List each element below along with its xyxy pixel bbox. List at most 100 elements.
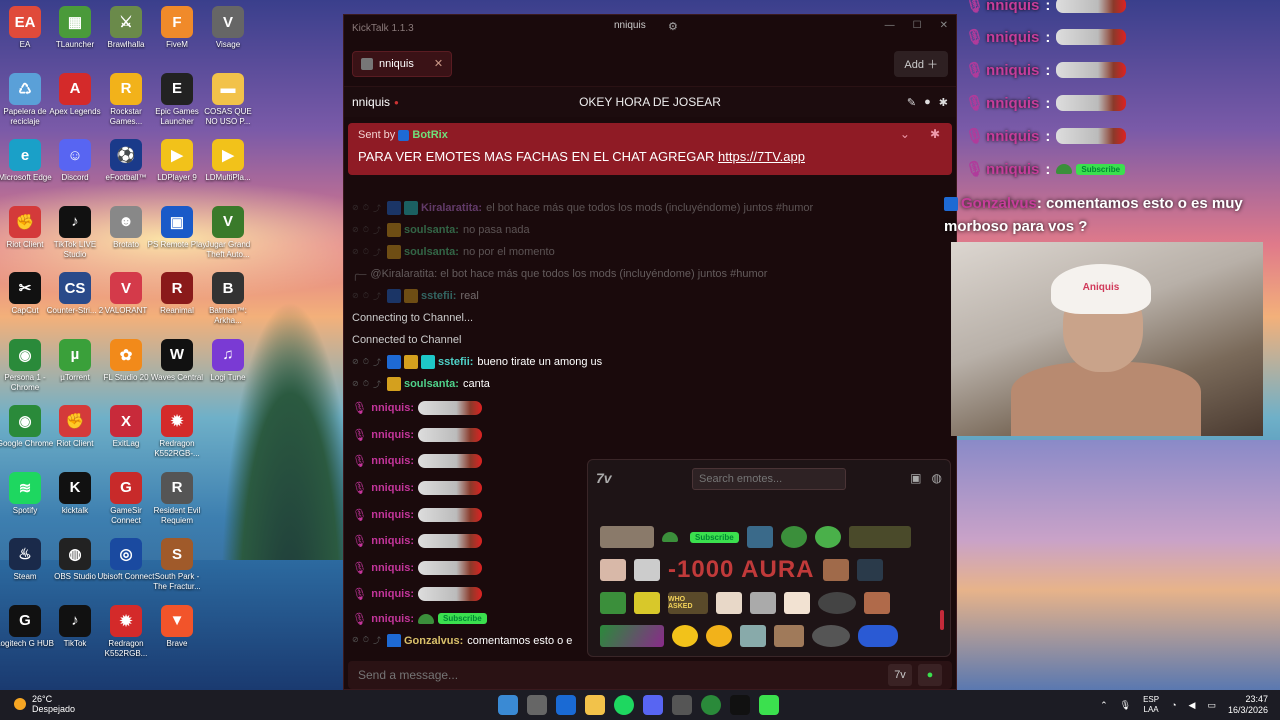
wifi-icon[interactable]: ◔ <box>1171 700 1176 710</box>
maximize-icon[interactable]: ☐ <box>913 20 922 31</box>
desktop-icon[interactable]: S South Park - The Fractur... <box>147 538 207 592</box>
desktop-icon[interactable]: ▬ COSAS QUE NO USO P... <box>198 72 258 127</box>
chat-message[interactable]: 🎙 nniquis: <box>352 395 950 422</box>
kicktalk-icon[interactable] <box>759 695 779 715</box>
discord-icon[interactable] <box>643 695 663 715</box>
emote[interactable] <box>774 625 804 647</box>
subscribe-emote[interactable]: Subscribe <box>690 531 739 543</box>
emote[interactable] <box>634 559 660 581</box>
emote[interactable] <box>812 625 850 647</box>
bot-badge-icon <box>398 129 410 141</box>
taskbar: 26°C Despejado ⌃ 🎙 ESP LAA ◔ ◀ ▭ 23:47 16/3… <box>0 690 1280 720</box>
chevron-up-icon[interactable]: ⌃ <box>1100 700 1108 711</box>
emote[interactable] <box>784 592 810 614</box>
settings-icon[interactable] <box>672 695 692 715</box>
tools-icon[interactable]: ✎ <box>907 96 916 109</box>
emote[interactable] <box>814 526 841 548</box>
tiktok-icon[interactable] <box>730 695 750 715</box>
clock[interactable]: 23:47 16/3/2026 <box>1228 694 1268 716</box>
outlook-icon[interactable] <box>556 695 576 715</box>
close-tab-icon[interactable]: ✕ <box>434 57 443 70</box>
file-explorer-icon[interactable] <box>585 695 605 715</box>
kick-emote-button[interactable]: ● <box>918 664 942 686</box>
desktop-icon[interactable]: ♫ Logi Tune <box>198 338 258 383</box>
emote-aura[interactable]: -1000 AURA <box>668 556 815 584</box>
chat-message[interactable]: ⊘ ⏱ ⤴ sstefii: real <box>352 285 950 307</box>
app-icon: X <box>110 405 142 437</box>
start-icon[interactable] <box>498 695 518 715</box>
emote[interactable] <box>746 526 773 548</box>
desktop-icon[interactable]: ▶ LDMultiPla... <box>198 139 258 183</box>
pin-icon[interactable]: ✱ <box>939 96 948 109</box>
weather-widget[interactable]: 26°C Despejado <box>14 694 75 714</box>
emote[interactable] <box>818 592 856 614</box>
chat-message[interactable]: ⊘ ⏱ ⤴ soulsanta: no por el momento <box>352 241 950 263</box>
emote[interactable] <box>822 559 849 581</box>
chat-message[interactable]: ⊘ ⏱ ⤴ Kiralaratita: el bot hace más que todo… <box>352 197 950 219</box>
subscribe-emote: Subscribe <box>1076 163 1126 175</box>
emote[interactable] <box>780 526 807 548</box>
volume-icon[interactable]: ◀ <box>1189 700 1196 711</box>
wallpaper-right <box>955 440 1280 690</box>
emote[interactable] <box>858 625 898 647</box>
mic-icon[interactable]: 🎙 <box>1120 700 1131 711</box>
battery-icon[interactable]: ▭ <box>1207 700 1216 711</box>
desktop-icon[interactable]: V Jugar Grand Theft Auto... <box>198 205 258 260</box>
mic-icon: 🎙 <box>352 427 368 442</box>
7tv-logo-icon[interactable]: 7v <box>596 470 612 486</box>
emote[interactable] <box>672 625 698 647</box>
mic-icon: 🎙 <box>352 560 368 575</box>
emote[interactable] <box>856 559 883 581</box>
mic-icon: 🎙 <box>965 62 985 79</box>
picker-scrollbar[interactable] <box>940 610 944 630</box>
user-icon[interactable]: ● <box>924 96 931 109</box>
chat-message[interactable]: ⊘ ⏱ ⤴ soulsanta: canta <box>352 373 950 395</box>
7tv-emote-button[interactable]: 7v <box>888 664 912 686</box>
app-icon: ♪ <box>59 604 91 637</box>
chat-message[interactable]: 🎙 nniquis: <box>352 422 950 449</box>
kick-emotes-icon[interactable]: ▣ <box>910 471 921 485</box>
app-icon: ♫ <box>212 338 244 371</box>
pinned-link[interactable]: https://7TV.app <box>718 149 805 164</box>
pinned-author[interactable]: BotRix <box>412 129 447 141</box>
task-view-icon[interactable] <box>527 695 547 715</box>
titlebar-user[interactable]: nniquis <box>614 20 646 31</box>
overlay-row: 🎙 nniquis: <box>965 0 1127 14</box>
globe-icon[interactable]: ◍ <box>932 471 942 485</box>
emote[interactable] <box>750 592 776 614</box>
emote[interactable] <box>600 592 626 614</box>
desktop-icon[interactable]: ✹ Redragon K552RGB-... <box>147 405 207 459</box>
emote[interactable] <box>634 592 660 614</box>
emote[interactable] <box>600 526 654 548</box>
language-indicator[interactable]: ESP LAA <box>1143 695 1159 715</box>
emote[interactable] <box>662 532 678 542</box>
chat-message[interactable]: ⊘ ⏱ ⤴ soulsanta: no pasa nada <box>352 219 950 241</box>
emote[interactable] <box>864 592 890 614</box>
emote[interactable] <box>716 592 742 614</box>
close-icon[interactable]: ✕ <box>940 20 948 31</box>
app-icon: ✂ <box>9 272 41 304</box>
emote[interactable] <box>706 625 732 647</box>
spotify-icon[interactable] <box>614 695 634 715</box>
desktop-icon[interactable]: B Batman™: Arkha... <box>198 272 258 326</box>
tab-nniquis[interactable]: nniquis ✕ <box>352 50 453 77</box>
chrome-icon[interactable] <box>701 695 721 715</box>
settings-gear-icon[interactable]: ⚙ <box>668 20 678 33</box>
chat-message[interactable]: ⊘ ⏱ ⤴ sstefii: bueno tirate un among us <box>352 351 950 373</box>
emote[interactable] <box>600 559 626 581</box>
titlebar[interactable]: KickTalk 1.1.3 nniquis ⚙ — ☐ ✕ <box>344 15 956 41</box>
emote[interactable] <box>600 625 664 647</box>
emote-who-asked[interactable]: WHO ASKED <box>668 592 708 614</box>
message-input[interactable] <box>358 668 888 682</box>
chevron-down-icon[interactable]: ⌄ <box>900 127 910 141</box>
emote[interactable] <box>848 526 911 548</box>
desktop-icon[interactable]: V Visage <box>198 6 258 50</box>
emote[interactable] <box>740 625 766 647</box>
emote-search-input[interactable] <box>692 468 846 490</box>
minimize-icon[interactable]: — <box>885 20 895 31</box>
mic-icon: 🎙 <box>352 534 368 549</box>
unpin-icon[interactable]: ✱ <box>930 127 940 141</box>
desktop-icon[interactable]: R Resident Evil Requiem <box>147 471 207 526</box>
add-chatroom-button[interactable]: Add ＋ <box>894 50 948 77</box>
desktop-icon[interactable]: ▼ Brave <box>147 604 207 649</box>
